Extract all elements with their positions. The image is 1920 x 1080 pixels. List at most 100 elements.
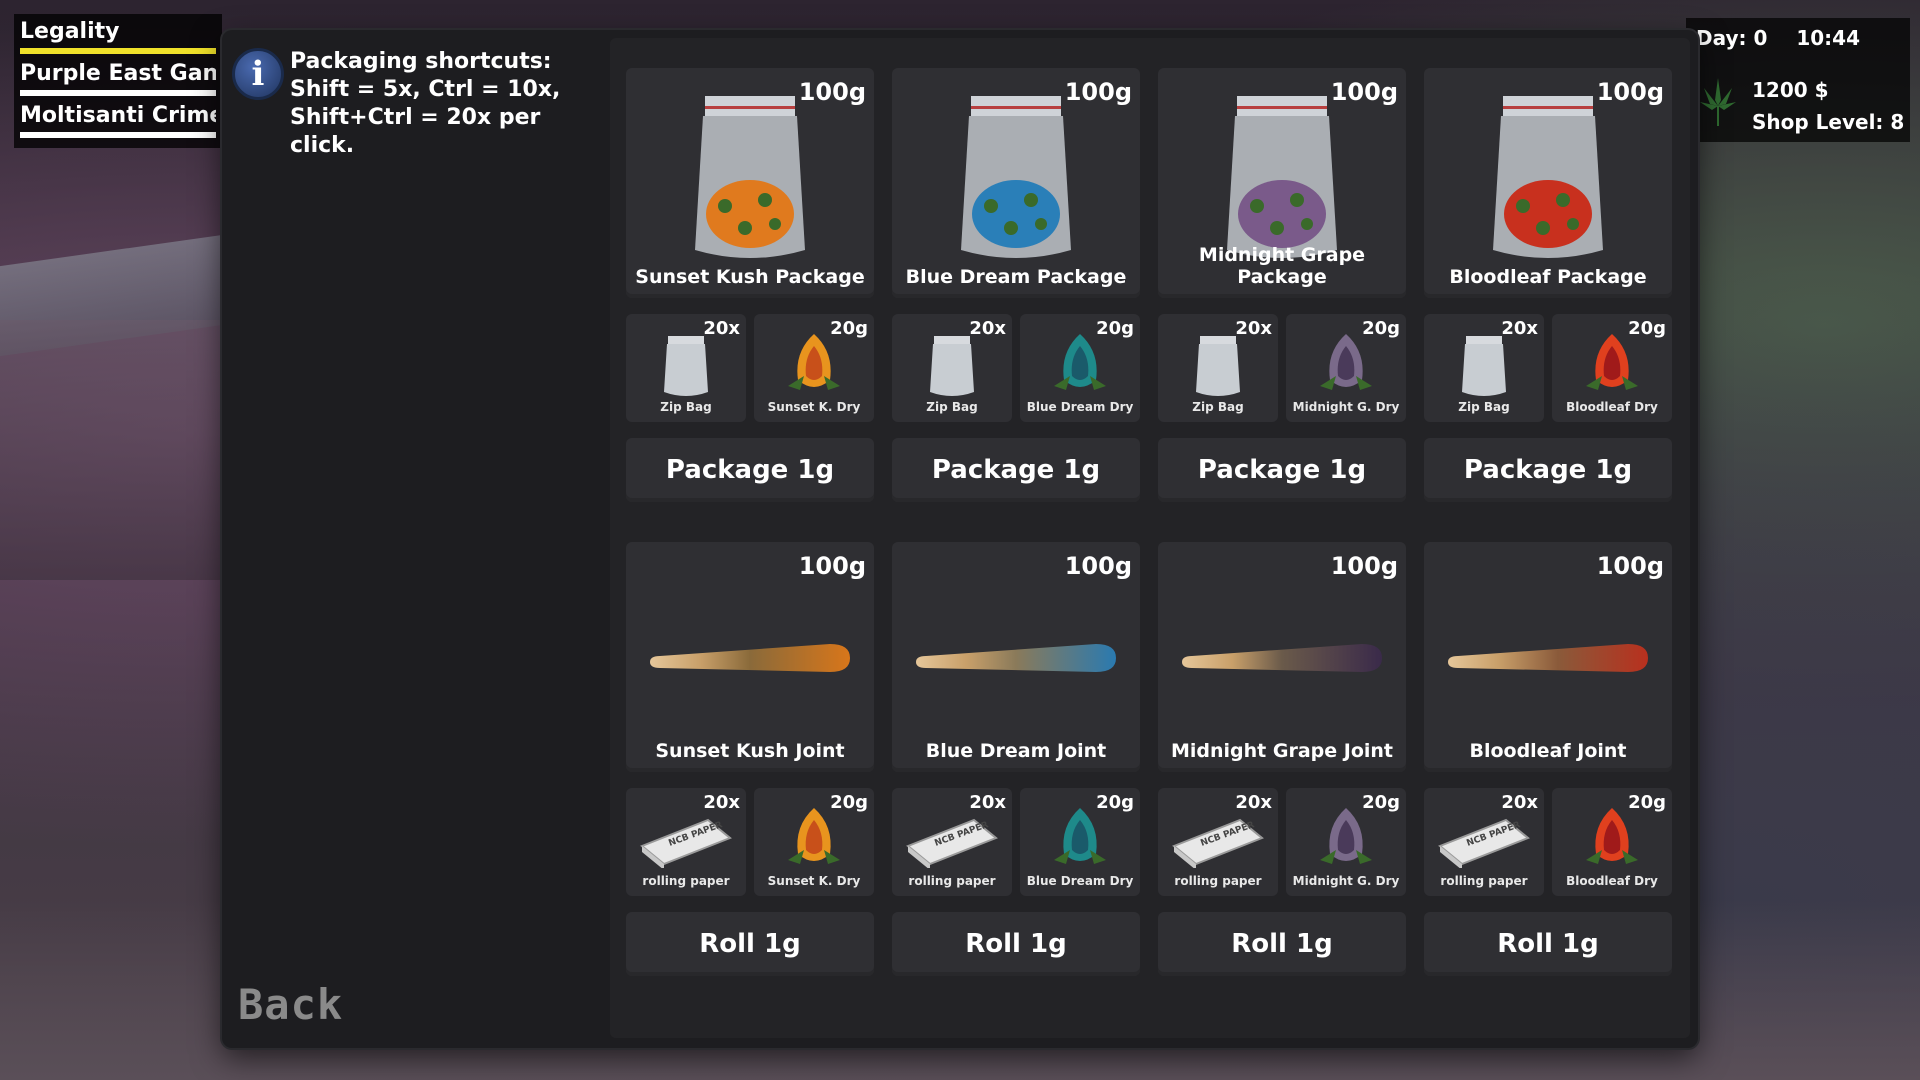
product-card: 100g Blue Dream Joint [892, 542, 1140, 772]
ingredients-row: NCB PAPER 20x rolling paper 20g Bloodlea… [1424, 788, 1672, 896]
package-button[interactable]: Package 1g [1424, 438, 1672, 502]
ingredient-quantity: 20g [1096, 792, 1134, 813]
ingredient-quantity: 20g [1362, 318, 1400, 339]
ingredient-slot: 20g Blue Dream Dry [1020, 314, 1140, 422]
ingredient-label: rolling paper [1440, 874, 1528, 888]
roll-button[interactable]: Roll 1g [626, 912, 874, 976]
rolling-paper-icon: NCB PAPER [1172, 818, 1264, 868]
ingredient-label: Bloodleaf Dry [1566, 874, 1658, 888]
product-card: 100g Sunset Kush Package [626, 68, 874, 298]
ingredient-quantity: 20g [1628, 792, 1666, 813]
package-column-4: 100g Bloodleaf Package 20x Zip Bag 20g B… [1424, 68, 1672, 502]
cannabis-leaf-icon [1700, 78, 1736, 126]
faction-name: Moltisanti Crime Family [20, 103, 216, 128]
faction-bar [20, 90, 216, 96]
midnight-grape-bud-icon [1320, 808, 1372, 864]
product-amount: 100g [1064, 78, 1132, 106]
package-column-1: 100g Sunset Kush Package 20x Zip Bag 20g… [626, 68, 874, 502]
ingredient-slot: 20g Blue Dream Dry [1020, 788, 1140, 896]
ingredients-row: 20x Zip Bag 20g Bloodleaf Dry [1424, 314, 1672, 422]
ingredient-slot: 20g Midnight G. Dry [1286, 314, 1406, 422]
product-amount: 100g [1596, 552, 1664, 580]
zip-bag-product-icon [695, 96, 805, 258]
ingredient-quantity: 20x [1501, 318, 1538, 339]
ingredient-label: Blue Dream Dry [1026, 400, 1134, 414]
product-card: 100g Bloodleaf Joint [1424, 542, 1672, 772]
faction-name: Legality [20, 19, 120, 44]
ingredient-slot: 20x Zip Bag [1158, 314, 1278, 422]
ingredient-label: rolling paper [642, 874, 730, 888]
faction-name: Purple East Gang [20, 61, 216, 86]
sunset-kush-bud-icon [788, 334, 840, 390]
joint-column-1: 100g Sunset Kush Joint NCB PAPER 20x rol… [626, 542, 874, 976]
package-column-2: 100g Blue Dream Package 20x Zip Bag 20g … [892, 68, 1140, 502]
ingredient-slot: NCB PAPER 20x rolling paper [626, 788, 746, 896]
zip-bag-icon [930, 336, 974, 396]
faction-legality: Legality [20, 18, 216, 54]
zip-bag-product-icon [1227, 96, 1337, 258]
ingredient-slot: 20g Sunset K. Dry [754, 314, 874, 422]
ingredient-quantity: 20x [1235, 792, 1272, 813]
zip-bag-icon [1196, 336, 1240, 396]
product-amount: 100g [798, 552, 866, 580]
rolling-paper-icon: NCB PAPER [906, 818, 998, 868]
ingredient-quantity: 20x [969, 792, 1006, 813]
package-button[interactable]: Package 1g [626, 438, 874, 502]
joint-icon [916, 644, 1116, 672]
product-name: Sunset Kush Package [635, 266, 865, 288]
joint-column-2: 100g Blue Dream Joint NCB PAPER 20x roll… [892, 542, 1140, 976]
ingredient-label: Sunset K. Dry [767, 400, 861, 414]
product-card: 100g Midnight Grape Joint [1158, 542, 1406, 772]
packaging-window: i Packaging shortcuts: Shift = 5x, Ctrl … [222, 30, 1698, 1048]
ingredients-row: 20x Zip Bag 20g Blue Dream Dry [892, 314, 1140, 422]
midnight-grape-bud-icon [1320, 334, 1372, 390]
back-button[interactable]: Back [238, 980, 343, 1029]
product-name: Bloodleaf Joint [1469, 740, 1627, 762]
product-amount: 100g [1596, 78, 1664, 106]
roll-button[interactable]: Roll 1g [1424, 912, 1672, 976]
ingredient-slot: 20g Sunset K. Dry [754, 788, 874, 896]
package-button[interactable]: Package 1g [892, 438, 1140, 502]
ingredient-slot: 20g Bloodleaf Dry [1552, 788, 1672, 896]
ingredient-quantity: 20x [703, 318, 740, 339]
roll-button[interactable]: Roll 1g [1158, 912, 1406, 976]
joint-column-4: 100g Bloodleaf Joint NCB PAPER 20x rolli… [1424, 542, 1672, 976]
clock: 10:44 [1796, 26, 1860, 50]
joint-column-3: 100g Midnight Grape Joint NCB PAPER 20x … [1158, 542, 1406, 976]
ingredient-label: Zip Bag [1192, 400, 1244, 414]
ingredient-slot: 20x Zip Bag [626, 314, 746, 422]
ingredient-label: Zip Bag [926, 400, 978, 414]
product-name: Midnight Grape Joint [1170, 740, 1394, 762]
recipe-grid: 100g Sunset Kush Package 20x Zip Bag 20g… [626, 68, 1672, 976]
background-shelf [0, 320, 220, 580]
product-amount: 100g [1064, 552, 1132, 580]
product-name: Blue Dream Package [905, 266, 1127, 288]
ingredient-slot: NCB PAPER 20x rolling paper [1424, 788, 1544, 896]
ingredient-label: Midnight G. Dry [1292, 874, 1400, 888]
ingredients-row: NCB PAPER 20x rolling paper 20g Sunset K… [626, 788, 874, 896]
ingredient-label: Zip Bag [660, 400, 712, 414]
roll-button[interactable]: Roll 1g [892, 912, 1140, 976]
ingredient-label: Sunset K. Dry [767, 874, 861, 888]
info-pane: i Packaging shortcuts: Shift = 5x, Ctrl … [222, 30, 610, 1048]
blue-dream-bud-icon [1054, 808, 1106, 864]
package-button[interactable]: Package 1g [1158, 438, 1406, 502]
bloodleaf-bud-icon [1586, 334, 1638, 390]
ingredient-slot: NCB PAPER 20x rolling paper [1158, 788, 1278, 896]
ingredient-slot: 20x Zip Bag [1424, 314, 1544, 422]
ingredient-quantity: 20g [830, 792, 868, 813]
rolling-paper-icon: NCB PAPER [640, 818, 732, 868]
faction-panel: Legality Purple East Gang Moltisanti Cri… [14, 14, 222, 148]
shortcuts-text: Packaging shortcuts: Shift = 5x, Ctrl = … [290, 49, 561, 158]
zip-bag-icon [664, 336, 708, 396]
faction-moltisanti: Moltisanti Crime Family [20, 102, 216, 138]
ingredients-row: 20x Zip Bag 20g Midnight G. Dry [1158, 314, 1406, 422]
product-name: Sunset Kush Joint [655, 740, 845, 762]
bloodleaf-bud-icon [1586, 808, 1638, 864]
ingredients-row: 20x Zip Bag 20g Sunset K. Dry [626, 314, 874, 422]
zip-bag-icon [1462, 336, 1506, 396]
ingredient-quantity: 20x [1501, 792, 1538, 813]
rolling-paper-icon: NCB PAPER [1438, 818, 1530, 868]
joint-icon [650, 644, 850, 672]
product-card: 100g Midnight Grape Package [1158, 68, 1406, 298]
